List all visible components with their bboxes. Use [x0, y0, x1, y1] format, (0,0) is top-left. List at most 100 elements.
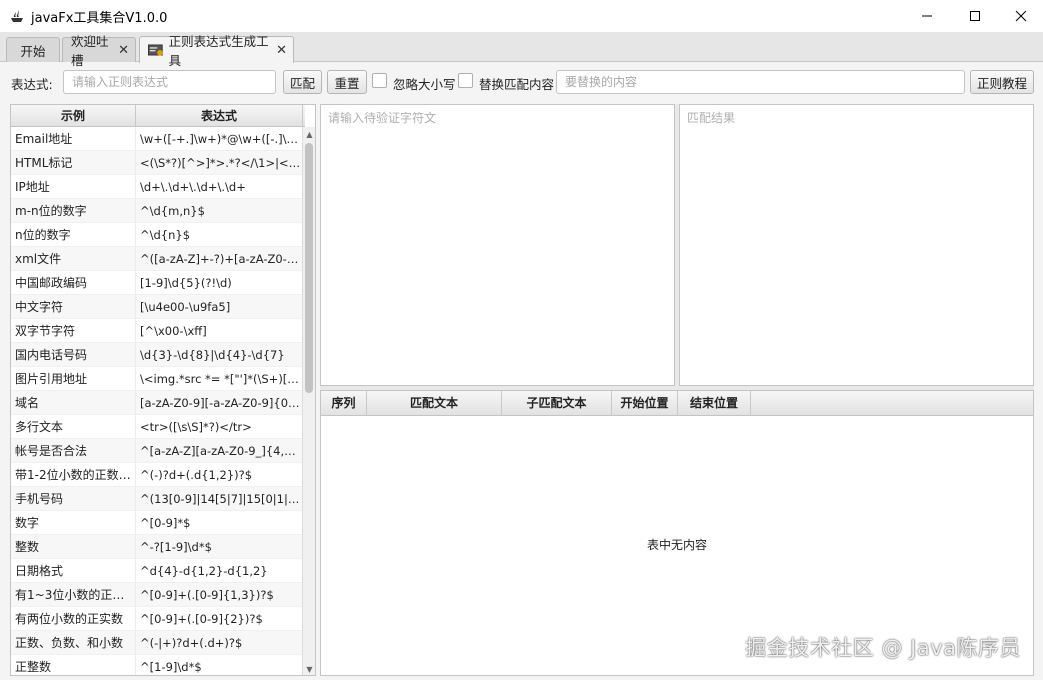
window-title: javaFx工具集合V1.0.0 — [31, 10, 168, 26]
scroll-down-icon[interactable]: ▼ — [303, 662, 315, 675]
table-row[interactable]: xml文件^([a-zA-Z]+-?)+[a-zA-Z0-9]+\\.[x|X]… — [11, 247, 303, 271]
expression-cell: [a-zA-Z0-9][-a-zA-Z0-9]{0,62}(/.[a-zA-Z0… — [136, 391, 303, 415]
expression-cell: [\u4e00-\u9fa5] — [136, 295, 303, 319]
table-row[interactable]: 手机号码^(13[0-9]|14[5|7]|15[0|1|2|3|5|6|7|8… — [11, 487, 303, 511]
table-row[interactable]: 中国邮政编码 [1-9]\d{5}(?!\d) — [11, 271, 303, 295]
example-name-cell: HTML标记 — [11, 151, 136, 175]
table-row[interactable]: HTML标记 <(\S*?)[^>]*>.*?</\1>|<.*?/> — [11, 151, 303, 175]
examples-table-header: 示例 表达式 — [11, 105, 305, 127]
expression-cell: ^(-)?d+(.d{1,2})?$ — [136, 463, 303, 487]
replace-label: 替换匹配内容 — [479, 77, 555, 92]
column-header-end-pos[interactable]: 结束位置 — [678, 391, 751, 416]
table-row[interactable]: 正数、负数、和小数 ^(-|+)?d+(.d+)?$ — [11, 631, 303, 655]
example-name-cell: 双字节字符 — [11, 319, 136, 343]
table-row[interactable]: m-n位的数字 ^\d{m,n}$ — [11, 199, 303, 223]
example-name-cell: 帐号是否合法 — [11, 439, 136, 463]
table-row[interactable]: 数字 ^[0-9]*$ — [11, 511, 303, 535]
expression-cell: ^(13[0-9]|14[5|7]|15[0|1|2|3|5|6|7|8|9]|… — [136, 487, 303, 511]
tab-close-icon[interactable]: ✕ — [276, 44, 287, 57]
examples-table: 示例 表达式 Email地址 \w+([-+.]\w+)*@\w+([-.]\w+… — [10, 104, 316, 676]
example-name-cell: m-n位的数字 — [11, 199, 136, 223]
match-result-area[interactable] — [679, 104, 1034, 386]
tab-start[interactable]: 开始 — [6, 37, 60, 62]
ignore-case-label: 忽略大小写 — [393, 77, 456, 92]
table-row[interactable]: 多行文本 <tr>([\s\S]*?)</tr> — [11, 415, 303, 439]
empty-table-message: 表中无内容 — [646, 538, 707, 552]
close-icon — [1015, 10, 1027, 22]
expression-cell: ^[a-zA-Z][a-zA-Z0-9_]{4,15}$ — [136, 439, 303, 463]
table-row[interactable]: 双字节字符 [^\x00-\xff] — [11, 319, 303, 343]
java-cup-icon — [11, 10, 23, 22]
table-row[interactable]: IP地址 \d+\.\d+\.\d+\.\d+ — [11, 175, 303, 199]
table-row[interactable]: Email地址\w+([-+.]\w+)*@\w+([-.]\w+)*\.\w+… — [11, 127, 303, 151]
column-header-match-text[interactable]: 匹配文本 — [367, 391, 502, 416]
expression-cell: ^\d{m,n}$ — [136, 199, 303, 223]
ignore-case-checkbox[interactable] — [372, 73, 387, 88]
example-name-cell: 正整数 — [11, 655, 136, 675]
replace-checkbox[interactable] — [458, 73, 473, 88]
expression-cell: ^[1-9]\d*$ — [136, 655, 303, 675]
table-row[interactable]: 国内电话号码 \d{3}-\d{8}|\d{4}-\d{7} — [11, 343, 303, 367]
reset-button[interactable]: 重置 — [327, 70, 367, 94]
example-name-cell: 有两位小数的正实数 — [11, 607, 136, 631]
expression-cell: ^[0-9]+(.[0-9]{2})?$ — [136, 607, 303, 631]
expression-cell: \d{3}-\d{8}|\d{4}-\d{7} — [136, 343, 303, 367]
close-window-button[interactable] — [998, 0, 1043, 32]
maximize-button[interactable] — [952, 0, 998, 32]
example-name-cell: 正数、负数、和小数 — [11, 631, 136, 655]
tab-welcome[interactable]: 欢迎吐槽 ✕ — [62, 34, 136, 68]
table-row[interactable]: 带1-2位小数的正数或负数^(-)?d+(.d{1,2})?$ — [11, 463, 303, 487]
expression-cell: ^-?[1-9]\d*$ — [136, 535, 303, 559]
match-button[interactable]: 匹配 — [283, 70, 322, 94]
tab-regex-tool[interactable]: 正则表达式生成工具 ✕ — [139, 34, 294, 68]
tab-close-icon[interactable]: ✕ — [118, 44, 129, 57]
expression-cell: <(\S*?)[^>]*>.*?</\1>|<.*?/> — [136, 151, 303, 175]
expression-cell: ^(-|+)?d+(.d+)?$ — [136, 631, 303, 655]
table-row[interactable]: 域名[a-zA-Z0-9][-a-zA-Z0-9]{0,62}(/.[a-zA-… — [11, 391, 303, 415]
scrollbar-thumb[interactable] — [305, 143, 313, 393]
expression-cell: ^[0-9]+(.[0-9]{1,3})?$ — [136, 583, 303, 607]
expression-cell: \<img.*src *= *["']*(\S+)["']*.*\> — [136, 367, 303, 391]
tab-label: 开始 — [20, 43, 46, 59]
scroll-up-icon[interactable]: ▲ — [303, 127, 315, 141]
expression-cell: \w+([-+.]\w+)*@\w+([-.]\w+)*\.\w+([-.]\w… — [136, 127, 303, 151]
tab-bar: 开始 欢迎吐槽 ✕ 正则表达式生成工具 ✕ — [0, 32, 1043, 68]
example-name-cell: xml文件 — [11, 247, 136, 271]
maximize-icon — [970, 11, 980, 21]
column-header-example[interactable]: 示例 — [11, 105, 136, 127]
example-name-cell: 日期格式 — [11, 559, 136, 583]
regex-tutorial-button[interactable]: 正则教程 — [970, 70, 1034, 94]
table-row[interactable]: 整数 ^-?[1-9]\d*$ — [11, 535, 303, 559]
example-name-cell: 手机号码 — [11, 487, 136, 511]
minimize-icon — [922, 15, 932, 17]
expression-input[interactable] — [63, 70, 276, 94]
title-bar: javaFx工具集合V1.0.0 — [0, 0, 1043, 32]
example-name-cell: 域名 — [11, 391, 136, 415]
table-row[interactable]: 图片引用地址\<img.*src *= *["']*(\S+)["']*.*\> — [11, 367, 303, 391]
example-name-cell: 中文字符 — [11, 295, 136, 319]
example-name-cell: 整数 — [11, 535, 136, 559]
examples-table-body: Email地址\w+([-+.]\w+)*@\w+([-.]\w+)*\.\w+… — [11, 127, 303, 675]
column-header-index[interactable]: 序列 — [321, 391, 367, 416]
table-row[interactable]: 日期格式 ^d{4}-d{1,2}-d{1,2} — [11, 559, 303, 583]
example-name-cell: 多行文本 — [11, 415, 136, 439]
column-header-submatch-text[interactable]: 子匹配文本 — [502, 391, 612, 416]
example-name-cell: IP地址 — [11, 175, 136, 199]
minimize-button[interactable] — [904, 0, 950, 32]
replace-input[interactable] — [556, 70, 965, 94]
column-header-expression[interactable]: 表达式 — [136, 105, 303, 127]
example-name-cell: 中国邮政编码 — [11, 271, 136, 295]
examples-scrollbar[interactable]: ▲ ▼ — [302, 127, 315, 675]
test-string-input[interactable] — [320, 104, 675, 386]
table-row[interactable]: 帐号是否合法 ^[a-zA-Z][a-zA-Z0-9_]{4,15}$ — [11, 439, 303, 463]
table-row[interactable]: 中文字符 [\u4e00-\u9fa5] — [11, 295, 303, 319]
example-name-cell: 数字 — [11, 511, 136, 535]
table-row[interactable]: 有两位小数的正实数 ^[0-9]+(.[0-9]{2})?$ — [11, 607, 303, 631]
column-header-start-pos[interactable]: 开始位置 — [612, 391, 678, 416]
expression-cell: ^[0-9]*$ — [136, 511, 303, 535]
table-row[interactable]: n位的数字 ^\d{n}$ — [11, 223, 303, 247]
example-name-cell: 带1-2位小数的正数或负数 — [11, 463, 136, 487]
expression-cell: ^\d{n}$ — [136, 223, 303, 247]
table-row[interactable]: 正整数 ^[1-9]\d*$ — [11, 655, 303, 675]
table-row[interactable]: 有1~3位小数的正实数 ^[0-9]+(.[0-9]{1,3})?$ — [11, 583, 303, 607]
